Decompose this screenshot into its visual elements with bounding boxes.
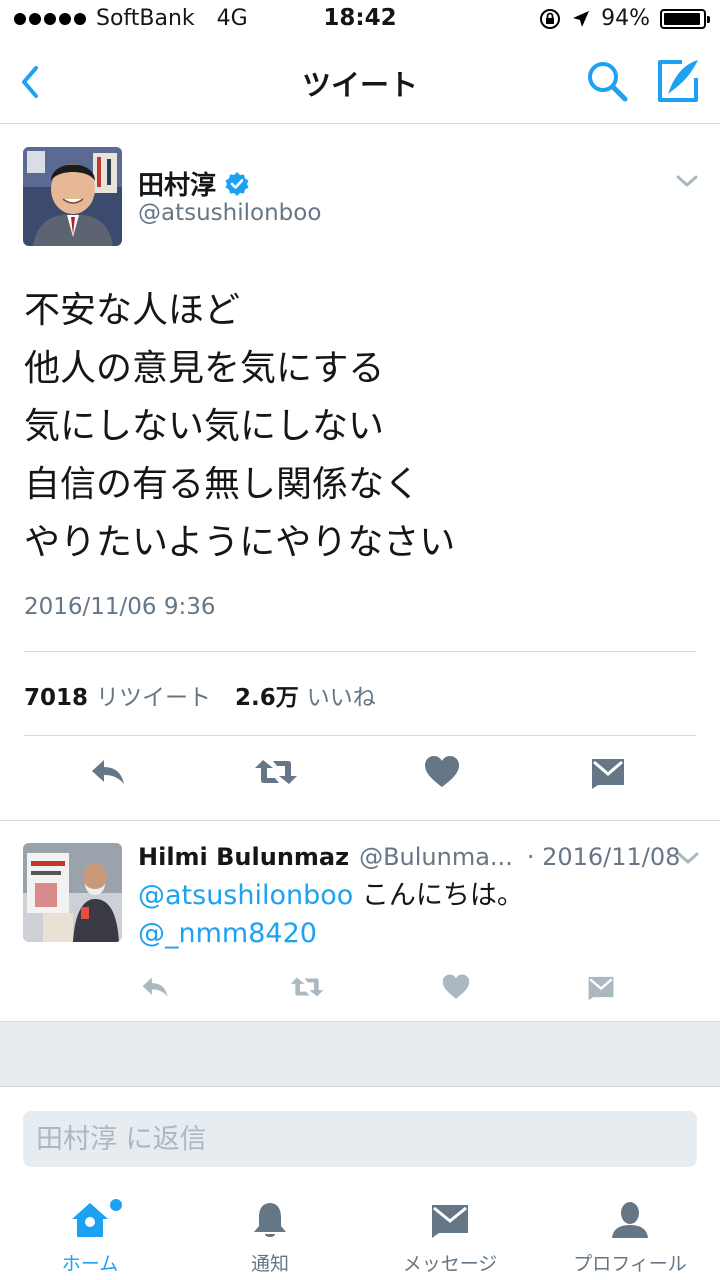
search-icon[interactable] — [584, 58, 630, 104]
tab-home[interactable]: ホーム — [0, 1190, 180, 1280]
tab-bar: ホーム 通知 メッセージ プロフィール — [0, 1190, 720, 1280]
rotation-lock-icon — [540, 8, 561, 29]
tweet-text-line: 気にしない気にしない — [24, 406, 385, 447]
mention-link[interactable]: @atsushilonboo — [138, 880, 353, 911]
chevron-down-icon[interactable] — [676, 174, 698, 188]
like-count[interactable]: 2.6万 — [235, 678, 299, 712]
notification-dot — [110, 1199, 122, 1211]
compose-icon[interactable] — [652, 56, 704, 106]
reply-author-handle[interactable]: @Bulunma... — [359, 843, 513, 871]
tweet-text-line: やりたいようにやりなさい — [24, 522, 456, 563]
verified-badge-icon — [225, 171, 249, 196]
section-separator — [0, 1021, 720, 1087]
author-handle[interactable]: @atsushilonboo — [138, 200, 321, 226]
tab-messages[interactable]: メッセージ — [360, 1190, 540, 1280]
chevron-down-icon[interactable] — [677, 851, 699, 865]
direct-message-icon[interactable] — [587, 973, 615, 1001]
bell-icon — [254, 1203, 286, 1237]
retweet-icon[interactable] — [288, 973, 326, 1001]
tweet-text-line: 不安な人ほど — [24, 290, 241, 331]
mention-link[interactable]: @_nmm8420 — [138, 918, 317, 949]
tweet-stats: 7018 リツイート 2.6万 いいね — [24, 678, 392, 712]
home-icon — [72, 1203, 108, 1237]
reply-text: @atsushilonboo こんにちは。 @_nmm8420 — [138, 877, 524, 953]
tweet-actions — [0, 744, 720, 814]
battery-icon — [660, 8, 710, 29]
tab-label: ホーム — [61, 1253, 119, 1275]
tab-label: 通知 — [250, 1253, 289, 1275]
status-bar: SoftBank 4G 18:42 94% — [0, 0, 720, 40]
reply-icon[interactable] — [138, 973, 172, 1001]
reply-header: Hilmi Bulunmaz @Bulunma... · 2016/11/08 — [138, 843, 680, 871]
tweet-text: 不安な人ほど 他人の意見を気にする 気にしない気にしない 自信の有る無し関係なく… — [24, 282, 694, 572]
tab-label: プロフィール — [573, 1253, 687, 1275]
reply-icon[interactable] — [88, 754, 128, 790]
reply-author-name[interactable]: Hilmi Bulunmaz — [138, 843, 349, 871]
retweet-count[interactable]: 7018 — [24, 685, 88, 711]
reply-timestamp: · 2016/11/08 — [526, 843, 681, 871]
reply-body: こんにちは。 — [353, 880, 524, 911]
tweet-timestamp: 2016/11/06 9:36 — [24, 594, 216, 620]
heart-icon[interactable] — [424, 754, 460, 790]
like-label[interactable]: いいね — [307, 678, 376, 712]
avatar[interactable] — [23, 147, 122, 246]
divider — [24, 735, 696, 736]
battery-percent: 94% — [601, 6, 650, 31]
retweet-label[interactable]: リツイート — [96, 678, 211, 712]
divider — [24, 651, 696, 652]
tab-notifications[interactable]: 通知 — [180, 1190, 360, 1280]
tab-label: メッセージ — [402, 1253, 498, 1275]
navigation-bar: ツイート — [0, 40, 720, 124]
reply-tweet[interactable]: Hilmi Bulunmaz @Bulunma... · 2016/11/08 … — [0, 820, 720, 1020]
reply-input[interactable] — [36, 1123, 697, 1155]
status-right: 94% — [539, 6, 710, 31]
tweet-text-line: 自信の有る無し関係なく — [24, 464, 421, 505]
location-arrow-icon — [573, 10, 590, 27]
author-name[interactable]: 田村淳 — [138, 165, 250, 202]
retweet-icon[interactable] — [253, 754, 299, 790]
direct-message-icon[interactable] — [590, 754, 626, 790]
tweet-text-line: 他人の意見を気にする — [24, 348, 385, 389]
envelope-icon — [432, 1205, 468, 1238]
person-icon — [612, 1202, 648, 1238]
heart-icon[interactable] — [442, 973, 470, 1001]
reply-composer[interactable] — [23, 1111, 697, 1167]
avatar[interactable] — [23, 843, 122, 942]
tab-profile[interactable]: プロフィール — [540, 1190, 720, 1280]
author-name-text: 田村淳 — [138, 171, 217, 201]
reply-actions — [0, 965, 720, 1005]
battery-fill — [664, 12, 700, 25]
